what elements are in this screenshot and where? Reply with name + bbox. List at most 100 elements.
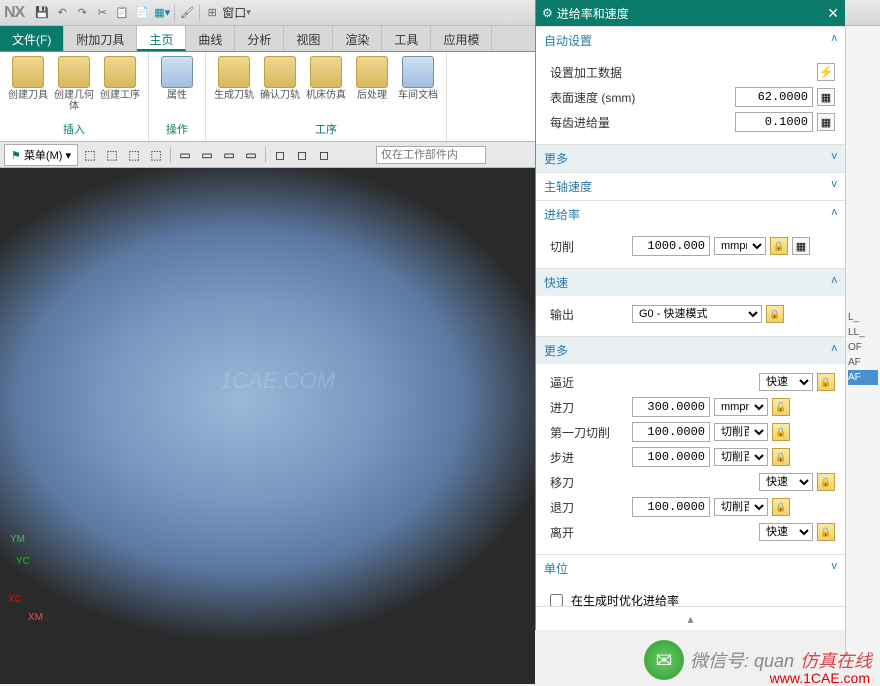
tb-icon-10[interactable]: ◻ — [292, 145, 312, 165]
cut-icon[interactable]: ✂ — [93, 4, 111, 22]
surface-speed-input[interactable] — [735, 87, 813, 107]
chevron-up-icon: ᴧ — [832, 274, 838, 291]
cut-unit-select[interactable]: mmpm — [714, 237, 766, 255]
traverse-unit-select[interactable]: 快速 — [759, 473, 813, 491]
feed-per-tooth-input[interactable] — [735, 112, 813, 132]
postprocess-button[interactable]: 后处理 — [350, 56, 394, 119]
paste-icon[interactable]: 📄 — [133, 4, 151, 22]
section-units-header[interactable]: 单位v — [536, 554, 845, 582]
viewport-3d[interactable]: 1CAE.COM YM YC XC XM — [0, 168, 535, 684]
tb-icon-3[interactable]: ⬚ — [124, 145, 144, 165]
undo-icon[interactable]: ↶ — [53, 4, 71, 22]
window-menu-label[interactable]: 窗口 — [222, 4, 246, 21]
create-tool-button[interactable]: 创建刀具 — [6, 56, 50, 119]
retract-label: 退刀 — [550, 499, 628, 516]
tb-icon-8[interactable]: ▭ — [241, 145, 261, 165]
section-more-header[interactable]: 更多ᴧ — [536, 336, 845, 364]
layout-icon[interactable]: ▦▾ — [153, 4, 171, 22]
output-select[interactable]: G0 - 快速模式 — [632, 305, 762, 323]
verify-path-button[interactable]: 确认刀轨 — [258, 56, 302, 119]
list-item[interactable]: AF — [848, 355, 878, 370]
tab-analysis[interactable]: 分析 — [235, 26, 284, 51]
dialog-title: 进给率和速度 — [557, 5, 629, 22]
cut-input[interactable] — [632, 236, 710, 256]
tb-icon-5[interactable]: ▭ — [175, 145, 195, 165]
firstcut-input[interactable] — [632, 422, 710, 442]
depart-unit-select[interactable]: 快速 — [759, 523, 813, 541]
feed-per-tooth-label: 每齿进给量 — [550, 114, 660, 131]
tab-tools[interactable]: 工具 — [382, 26, 431, 51]
engage-unit-select[interactable]: mmpm — [714, 398, 768, 416]
menu-button[interactable]: ⚑ 菜单(M) ▾ — [4, 144, 78, 166]
step-input[interactable] — [632, 447, 710, 467]
redo-icon[interactable]: ↷ — [73, 4, 91, 22]
tab-view[interactable]: 视图 — [284, 26, 333, 51]
tb-icon-7[interactable]: ▭ — [219, 145, 239, 165]
tb-icon-1[interactable]: ⬚ — [80, 145, 100, 165]
chevron-up-icon: ᴧ — [832, 32, 838, 49]
lock-icon[interactable]: 🔒 — [772, 498, 790, 516]
shop-doc-button[interactable]: 车间文档 — [396, 56, 440, 119]
engage-label: 进刀 — [550, 399, 628, 416]
calc-icon[interactable]: ▦ — [817, 113, 835, 131]
lock-icon[interactable]: 🔒 — [817, 373, 835, 391]
copy-icon[interactable]: 📋 — [113, 4, 131, 22]
retract-input[interactable] — [632, 497, 710, 517]
list-item[interactable]: AF — [848, 370, 878, 385]
ribbon-group-insert: 创建刀具 创建几何体 创建工序 插入 — [0, 52, 149, 141]
create-geometry-button[interactable]: 创建几何体 — [52, 56, 96, 119]
lock-icon[interactable]: 🔒 — [817, 523, 835, 541]
optimize-label: 在生成时优化进给率 — [571, 592, 679, 607]
section-auto-header[interactable]: 自动设置ᴧ — [536, 26, 845, 54]
retract-unit-select[interactable]: 切削百分 — [714, 498, 768, 516]
brush-icon[interactable]: 🖌 — [178, 4, 196, 22]
machine-sim-button[interactable]: 机床仿真 — [304, 56, 348, 119]
search-input[interactable] — [376, 146, 486, 164]
tab-addtool[interactable]: 附加刀具 — [64, 26, 137, 51]
step-unit-select[interactable]: 切削百分 — [714, 448, 768, 466]
list-item[interactable]: OF — [848, 340, 878, 355]
output-label: 输出 — [550, 306, 628, 323]
properties-button[interactable]: 属性 — [155, 56, 199, 119]
cut-label: 切削 — [550, 238, 628, 255]
firstcut-unit-select[interactable]: 切削百分 — [714, 423, 768, 441]
lock-icon[interactable]: 🔒 — [817, 473, 835, 491]
section-rapid-header[interactable]: 快速ᴧ — [536, 268, 845, 296]
unlock-icon[interactable]: 🔓 — [772, 398, 790, 416]
app-logo: NX — [4, 4, 24, 22]
lightning-icon[interactable]: ⚡ — [817, 63, 835, 81]
list-item[interactable]: LL_ — [848, 325, 878, 340]
lock-icon[interactable]: 🔒 — [770, 237, 788, 255]
engage-input[interactable] — [632, 397, 710, 417]
create-operation-button[interactable]: 创建工序 — [98, 56, 142, 119]
lock-icon[interactable]: 🔒 — [772, 423, 790, 441]
tab-home[interactable]: 主页 — [137, 26, 186, 51]
section-auto-more[interactable]: 更多v — [536, 144, 845, 172]
generate-path-button[interactable]: 生成刀轨 — [212, 56, 256, 119]
window-icon[interactable]: ⊞ — [203, 4, 221, 22]
tab-app[interactable]: 应用模 — [431, 26, 492, 51]
tb-icon-4[interactable]: ⬚ — [146, 145, 166, 165]
close-icon[interactable]: ✕ — [827, 5, 839, 22]
tb-icon-11[interactable]: ◻ — [314, 145, 334, 165]
list-item[interactable]: L_ — [848, 310, 878, 325]
optimize-checkbox[interactable] — [550, 594, 563, 607]
calc-icon[interactable]: ▦ — [792, 237, 810, 255]
lock-icon[interactable]: 🔒 — [772, 448, 790, 466]
traverse-label: 移刀 — [550, 474, 628, 491]
tb-icon-2[interactable]: ⬚ — [102, 145, 122, 165]
tab-curve[interactable]: 曲线 — [186, 26, 235, 51]
section-feedrate-header[interactable]: 进给率ᴧ — [536, 200, 845, 228]
section-spindle-header[interactable]: 主轴速度v — [536, 172, 845, 200]
tab-render[interactable]: 渲染 — [333, 26, 382, 51]
calc-icon[interactable]: ▦ — [817, 88, 835, 106]
save-icon[interactable]: 💾 — [33, 4, 51, 22]
tab-file[interactable]: 文件(F) — [0, 26, 64, 51]
tb-icon-6[interactable]: ▭ — [197, 145, 217, 165]
dialog-footer[interactable]: ▴ — [536, 606, 845, 630]
tb-icon-9[interactable]: ◻ — [270, 145, 290, 165]
lock-icon[interactable]: 🔒 — [766, 305, 784, 323]
dialog-title-bar[interactable]: 进给率和速度 ✕ — [536, 0, 845, 26]
ribbon-group-operation: 生成刀轨 确认刀轨 机床仿真 后处理 车间文档 工序 — [206, 52, 447, 141]
approach-unit-select[interactable]: 快速 — [759, 373, 813, 391]
